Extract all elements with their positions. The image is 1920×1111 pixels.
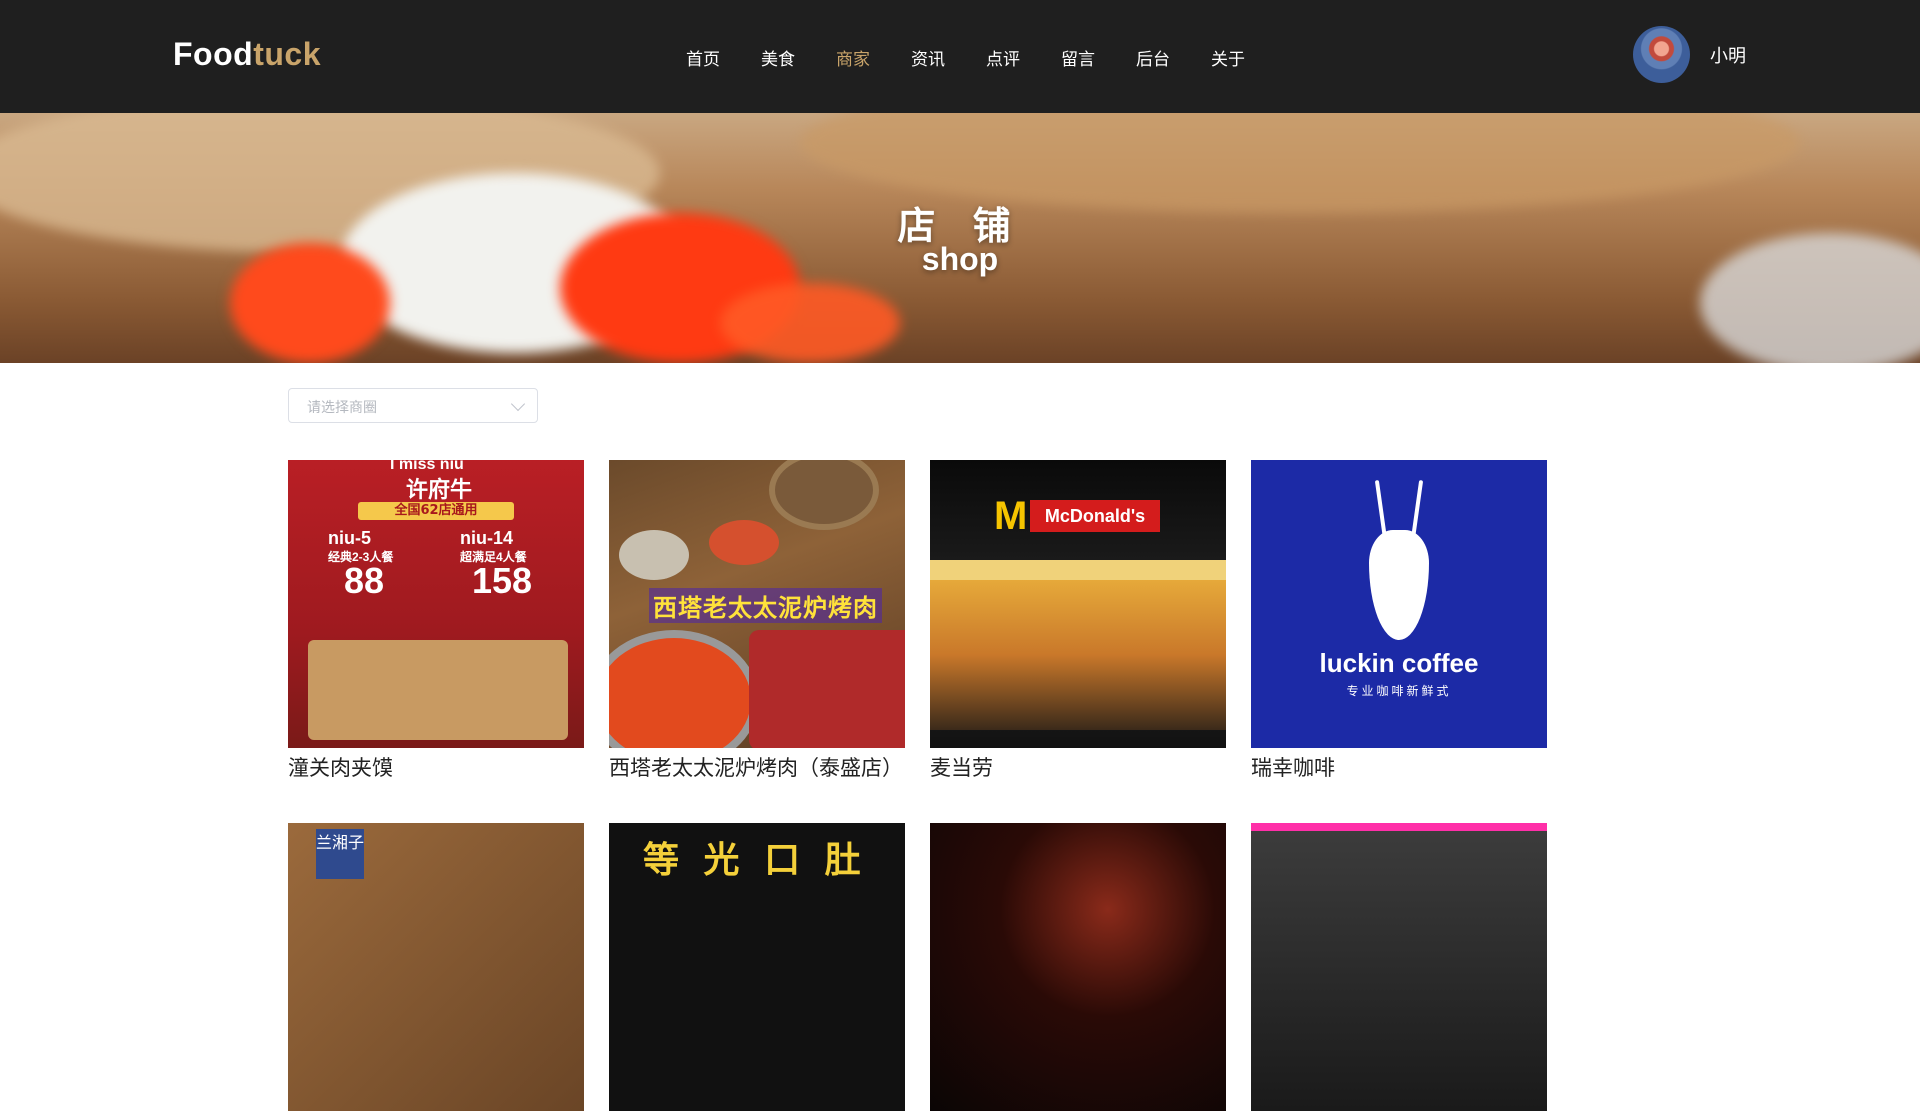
- nav-home[interactable]: 首页: [686, 45, 720, 70]
- chevron-down-icon: [510, 396, 526, 412]
- nav-messages[interactable]: 留言: [1061, 45, 1095, 70]
- nav-food[interactable]: 美食: [761, 45, 795, 70]
- deer-logo-icon: [1369, 530, 1429, 640]
- shop-card[interactable]: M McDonald's 麦当劳: [930, 460, 1226, 782]
- site-logo[interactable]: Foodtuck: [173, 36, 321, 73]
- shop-image-text: 专业咖啡新鲜式: [1346, 684, 1452, 698]
- shop-image-text: niu-14: [460, 528, 514, 548]
- shop-image-text: 等 光 口 肚: [643, 840, 867, 881]
- nav-about[interactable]: 关于: [1211, 45, 1245, 70]
- user-name[interactable]: 小明: [1710, 42, 1746, 68]
- shop-card[interactable]: I miss niu 许府牛 全国62店通用 niu-5 经典2-3人餐 88 …: [288, 460, 584, 782]
- shop-name[interactable]: 麦当劳: [930, 752, 1226, 782]
- shop-image[interactable]: 兰湘子: [288, 823, 584, 1111]
- shop-image[interactable]: [930, 823, 1226, 1111]
- shop-name[interactable]: 西塔老太太泥炉烤肉（泰盛店）: [609, 752, 905, 782]
- nav-merchants[interactable]: 商家: [836, 45, 870, 70]
- logo-part-food: Food: [173, 36, 254, 72]
- shop-card[interactable]: [930, 823, 1226, 1111]
- shop-name[interactable]: 瑞幸咖啡: [1251, 752, 1547, 782]
- shop-card[interactable]: luckin coffee 专业咖啡新鲜式 瑞幸咖啡: [1251, 460, 1547, 782]
- shop-card[interactable]: 等 光 口 肚: [609, 823, 905, 1111]
- shop-name[interactable]: 潼关肉夹馍: [288, 752, 584, 782]
- shop-image-text: 西塔老太太泥炉烤肉: [649, 588, 882, 623]
- nav-reviews[interactable]: 点评: [986, 45, 1020, 70]
- page-banner: 店 铺 shop: [0, 113, 1920, 363]
- shop-image-text: 88: [344, 560, 385, 601]
- shop-image-text: 许府牛: [406, 477, 473, 502]
- main-nav: 首页 美食 商家 资讯 点评 留言 后台 关于: [686, 45, 1286, 70]
- shop-image-text: 全国62店通用: [394, 503, 478, 518]
- shop-image[interactable]: 西塔老太太泥炉烤肉: [609, 460, 905, 748]
- logo-part-tuck: tuck: [253, 36, 321, 72]
- shop-image[interactable]: M McDonald's: [930, 460, 1226, 748]
- shop-card[interactable]: 西塔老太太泥炉烤肉 西塔老太太泥炉烤肉（泰盛店）: [609, 460, 905, 782]
- shop-card[interactable]: [1251, 823, 1547, 1111]
- shop-image-text: M: [994, 494, 1028, 538]
- avatar[interactable]: [1633, 26, 1690, 83]
- shop-card[interactable]: 兰湘子: [288, 823, 584, 1111]
- shop-image[interactable]: I miss niu 许府牛 全国62店通用 niu-5 经典2-3人餐 88 …: [288, 460, 584, 748]
- shop-image[interactable]: luckin coffee 专业咖啡新鲜式: [1251, 460, 1547, 748]
- page-subtitle: shop: [921, 241, 999, 277]
- district-select-placeholder: 请选择商圈: [307, 400, 377, 416]
- shop-image-text: niu-5: [328, 528, 371, 548]
- district-select[interactable]: 请选择商圈: [288, 388, 538, 423]
- shop-image[interactable]: [1251, 823, 1547, 1111]
- shop-image-text: McDonald's: [1030, 500, 1160, 532]
- nav-admin[interactable]: 后台: [1136, 45, 1170, 70]
- top-header: Foodtuck 首页 美食 商家 资讯 点评 留言 后台 关于 小明: [0, 0, 1920, 113]
- shop-image-band: 全国62店通用: [358, 502, 514, 520]
- shop-image[interactable]: 等 光 口 肚: [609, 823, 905, 1111]
- shop-image-text: luckin coffee: [1319, 648, 1479, 678]
- nav-news[interactable]: 资讯: [911, 45, 945, 70]
- user-menu[interactable]: 小明: [1633, 26, 1746, 83]
- shop-image-text: 兰湘子: [316, 829, 364, 879]
- shop-image-table: [308, 640, 568, 740]
- shop-image-text: 158: [472, 560, 533, 601]
